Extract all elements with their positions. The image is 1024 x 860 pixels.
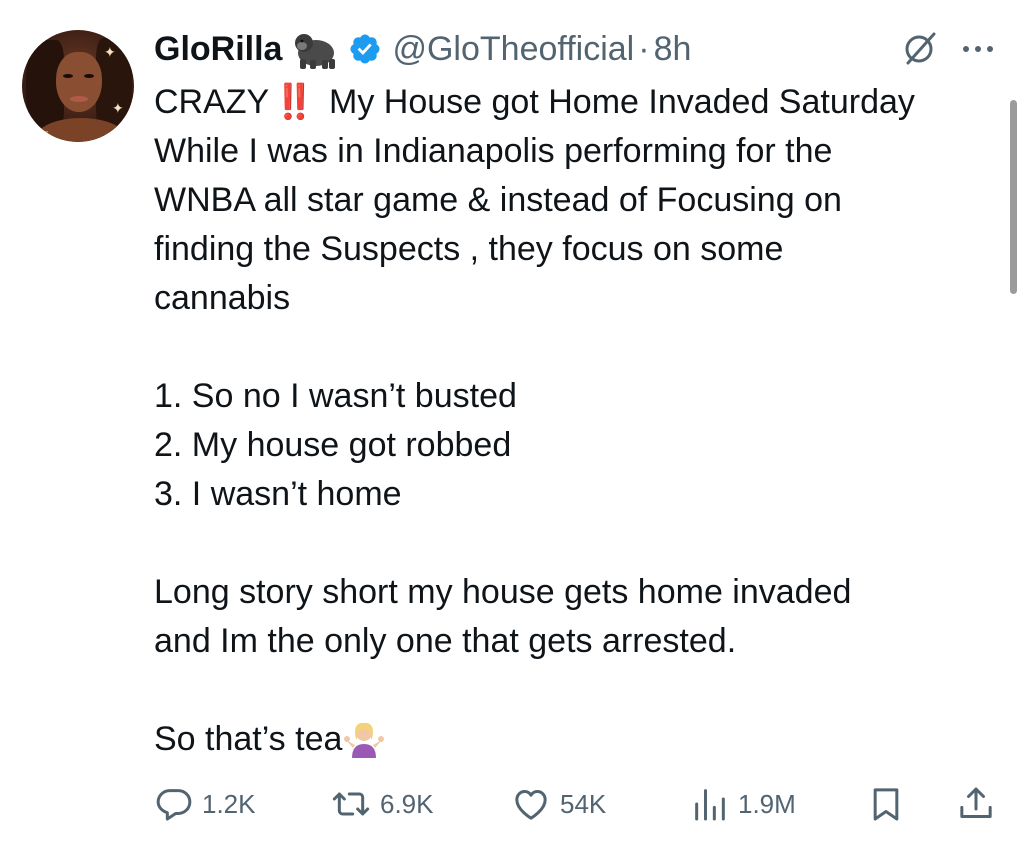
action-bar: 1.2K 6.9K 54K 1.9M xyxy=(154,780,1004,828)
tweet-line: cannabis xyxy=(154,279,291,317)
tweet-line: finding the Suspects , they focus on som… xyxy=(154,230,784,268)
tweet-line: So that’s tea xyxy=(154,715,1004,764)
repost-count: 6.9K xyxy=(380,788,434,819)
avatar-face xyxy=(56,52,102,112)
grok-icon[interactable] xyxy=(902,30,938,66)
reply-count: 1.2K xyxy=(202,788,256,819)
repost-button[interactable]: 6.9K xyxy=(330,780,434,828)
like-button[interactable]: 54K xyxy=(510,780,606,828)
tweet-line-text: So that’s tea xyxy=(154,720,343,758)
tweet-line: While I was in Indianapolis performing f… xyxy=(154,132,833,170)
separator-dot: · xyxy=(638,29,650,68)
verified-badge-icon xyxy=(348,32,382,66)
scrollbar[interactable] xyxy=(1010,100,1017,294)
avatar[interactable]: ✦ ✦ ROUS xyxy=(22,30,134,142)
tweet-line: WNBA all star game & instead of Focusing… xyxy=(154,181,842,219)
tweet-header: GloRilla @GloTheofficial · 8h xyxy=(154,24,691,74)
sparkle-icon: ✦ xyxy=(104,44,116,60)
timestamp[interactable]: 8h xyxy=(654,30,692,69)
tweet-line: and Im the only one that gets arrested. xyxy=(154,622,737,660)
reply-button[interactable]: 1.2K xyxy=(154,780,256,828)
avatar-eye-right xyxy=(84,74,94,78)
reply-icon xyxy=(156,789,192,821)
views-button[interactable]: 1.9M xyxy=(690,780,796,828)
avatar-lips xyxy=(70,96,88,102)
repost-icon xyxy=(332,792,370,816)
like-count: 54K xyxy=(560,788,607,819)
handle[interactable]: @GloTheofficial xyxy=(392,30,634,69)
views-icon xyxy=(695,789,725,821)
share-icon xyxy=(960,787,992,818)
bookmark-button[interactable] xyxy=(866,780,906,828)
views-count: 1.9M xyxy=(738,788,796,819)
display-name[interactable]: GloRilla xyxy=(154,30,282,69)
bookmark-icon xyxy=(873,788,899,821)
tweet-text: CRAZY ‼️ My House got Home Invaded Saturd… xyxy=(154,78,1004,764)
shrug-emoji-icon xyxy=(344,718,385,758)
double-exclamation-emoji-icon: ‼️ xyxy=(273,83,315,121)
gorilla-emoji-icon xyxy=(292,29,336,69)
tweet-line-text: CRAZY xyxy=(154,83,270,121)
share-button[interactable] xyxy=(956,780,996,828)
tweet-line: 1. So no I wasn’t busted xyxy=(154,377,517,415)
tweet-line: 3. I wasn’t home xyxy=(154,475,402,513)
tweet-line: 2. My house got robbed xyxy=(154,426,512,464)
tweet-line: Long story short my house gets home inva… xyxy=(154,573,852,611)
like-icon xyxy=(515,790,547,820)
tweet-line: CRAZY ‼️ My House got Home Invaded Saturd… xyxy=(154,78,1004,127)
avatar-eye-left xyxy=(63,74,73,78)
avatar-caption: ROUS xyxy=(24,130,49,139)
more-icon[interactable] xyxy=(960,42,996,54)
tweet-card: ✦ ✦ ROUS GloRilla @GloTheofficial · 8h C… xyxy=(0,0,1024,860)
tweet-line-text: My House got Home Invaded Saturday xyxy=(319,83,915,121)
sparkle-icon: ✦ xyxy=(112,100,124,116)
